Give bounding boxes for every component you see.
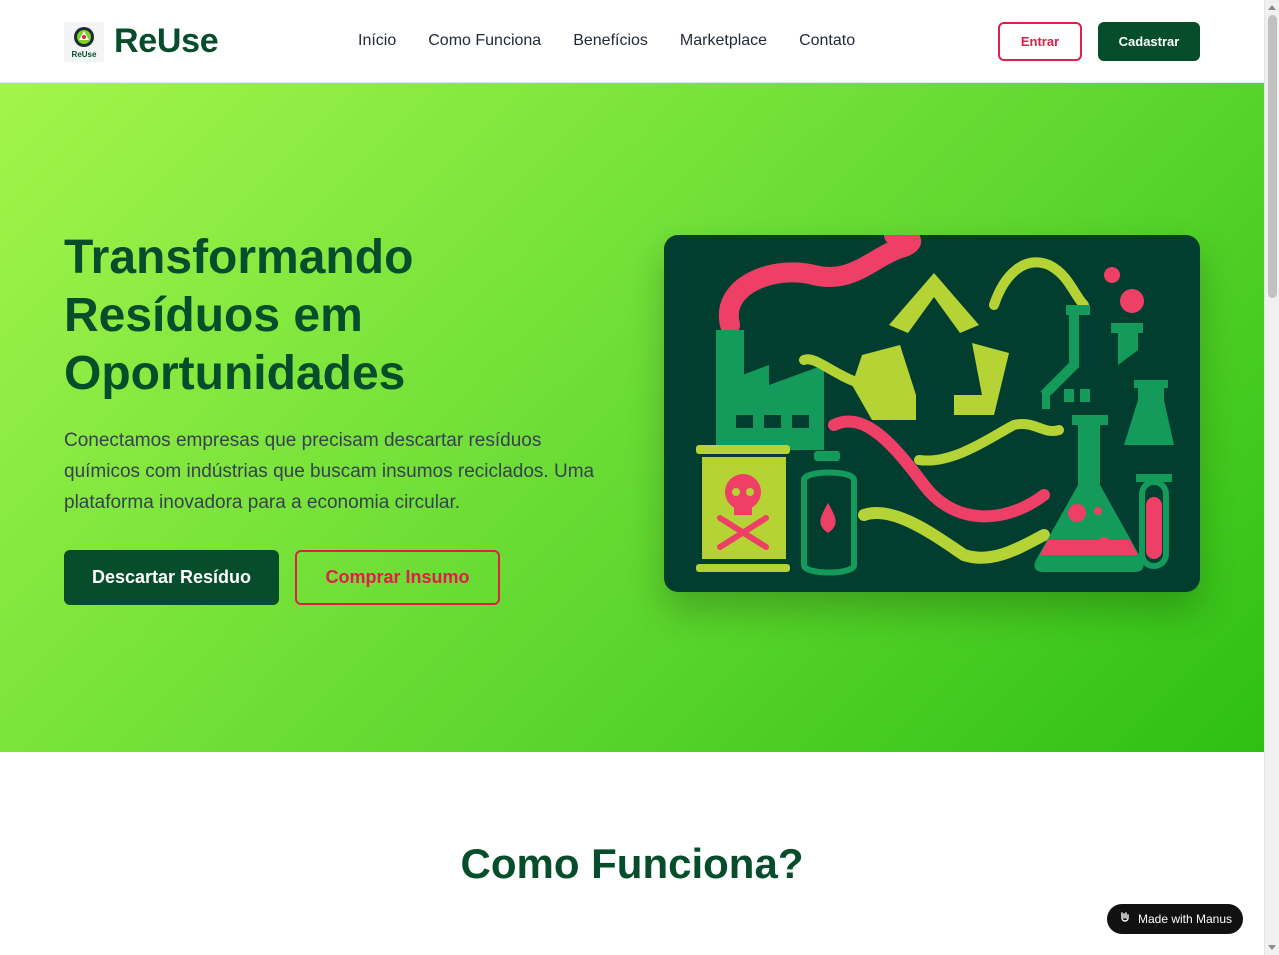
page-scrollbar[interactable] [1264,0,1279,955]
brand-name[interactable]: ReUse [114,20,219,62]
nav-item-contato[interactable]: Contato [799,30,855,52]
login-button[interactable]: Entrar [998,22,1082,61]
manus-icon [1118,911,1132,928]
smoke-shape [718,235,922,335]
nav-item-como-funciona[interactable]: Como Funciona [428,30,541,52]
scroll-thumb[interactable] [1268,15,1277,298]
site-header: ReUse ReUse Início Como Funciona Benefíc… [0,0,1264,83]
signup-button[interactable]: Cadastrar [1098,22,1200,61]
bottle-icon [801,451,857,576]
made-with-manus-badge[interactable]: Made with Manus [1107,904,1243,934]
nav-item-beneficios[interactable]: Benefícios [573,30,648,52]
factory-icon [716,330,824,450]
buy-input-button[interactable]: Comprar Insumo [295,550,500,605]
recycle-icon [852,273,1009,420]
logo-caption: ReUse [72,50,97,59]
main-nav: Início Como Funciona Benefícios Marketpl… [358,30,855,52]
toxic-barrel-icon [696,445,790,572]
section-title-how-it-works: Como Funciona? [460,840,804,887]
scroll-down-icon[interactable] [1268,945,1276,950]
discard-waste-button[interactable]: Descartar Resíduo [64,550,279,605]
nav-item-marketplace[interactable]: Marketplace [680,30,767,52]
logo-icon[interactable]: ReUse [64,22,104,62]
hero-illustration [664,235,1200,592]
hero-section: Transformando Resíduos em Oportunidades … [0,83,1264,752]
scroll-up-icon[interactable] [1268,5,1276,10]
nav-item-inicio[interactable]: Início [358,30,396,52]
hero-description: Conectamos empresas que precisam descart… [64,430,595,513]
hero-title: Transformando Resíduos em Oportunidades [64,231,414,400]
badge-label: Made with Manus [1137,912,1233,926]
